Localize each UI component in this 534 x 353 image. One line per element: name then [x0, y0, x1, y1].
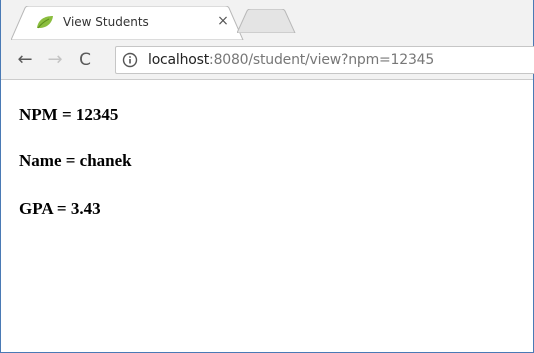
address-url[interactable]: localhost:8080/student/view?npm=12345	[148, 52, 434, 68]
info-icon[interactable]	[122, 52, 138, 68]
gpa-field: GPA = 3.43	[19, 199, 101, 218]
tab-title: View Students	[63, 15, 149, 29]
forward-button[interactable]: →	[45, 50, 65, 70]
browser-window: View Students × ← → C localhost:8080/stu…	[0, 0, 534, 353]
address-bar[interactable]: localhost:8080/student/view?npm=12345	[115, 46, 534, 74]
back-button[interactable]: ←	[15, 50, 35, 70]
browser-toolbar: ← → C localhost:8080/student/view?npm=12…	[1, 40, 534, 80]
new-tab-button[interactable]	[237, 9, 297, 33]
tab-view-students[interactable]: View Students ×	[11, 6, 251, 40]
url-path: :8080/student/view?npm=12345	[209, 52, 435, 68]
url-host: localhost	[148, 52, 210, 68]
tab-close-icon[interactable]: ×	[215, 13, 231, 29]
name-field: Name = chanek	[19, 151, 132, 170]
page-content: NPM = 12345 Name = chanek GPA = 3.43	[1, 81, 533, 352]
tab-strip: View Students ×	[1, 0, 533, 40]
npm-field: NPM = 12345	[19, 105, 119, 124]
spring-leaf-icon	[37, 16, 53, 29]
reload-button[interactable]: C	[75, 50, 95, 70]
